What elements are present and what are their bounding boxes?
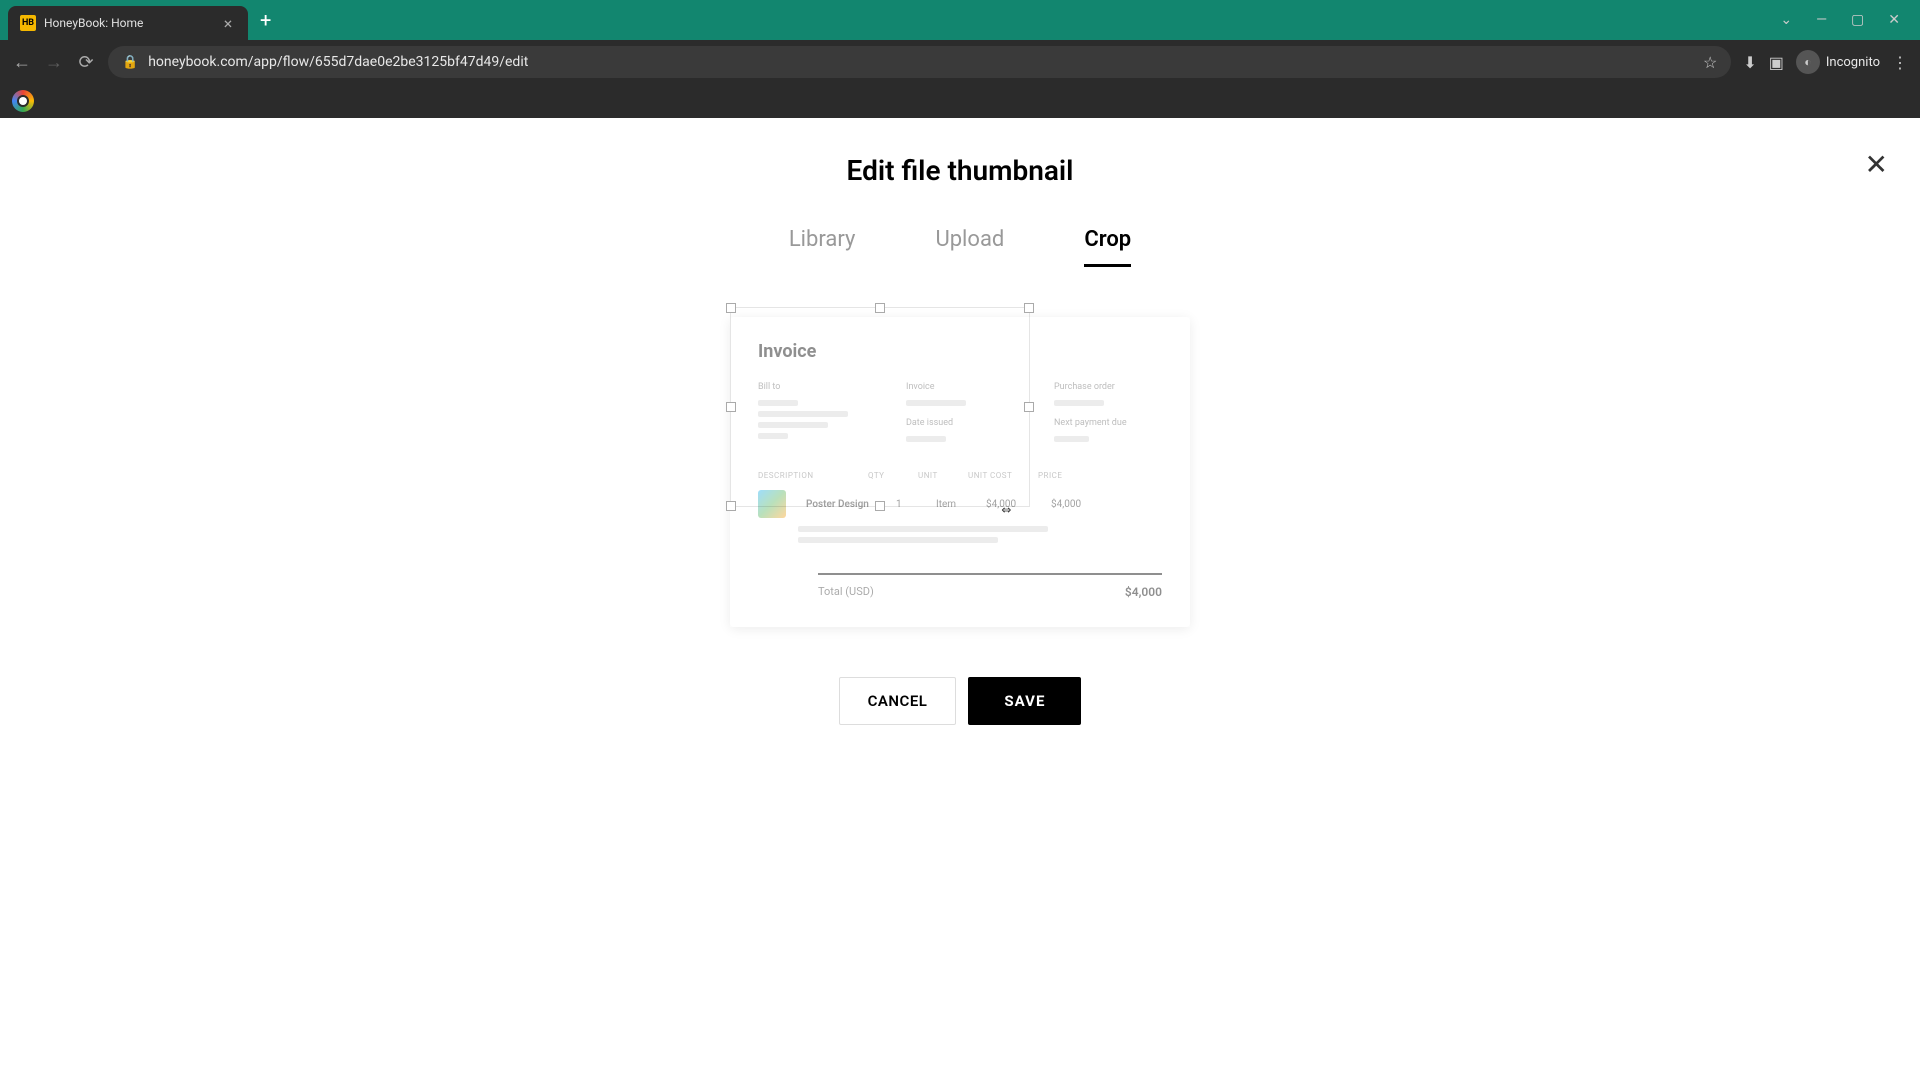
total-value: $4,000	[1125, 585, 1162, 599]
new-tab-button[interactable]: +	[260, 8, 271, 32]
bookmark-star-icon[interactable]: ☆	[1703, 53, 1717, 72]
reload-icon[interactable]: ⟳	[76, 52, 96, 73]
side-panel-icon[interactable]: ▣	[1769, 53, 1784, 72]
address-bar[interactable]: 🔒 honeybook.com/app/flow/655d7dae0e2be31…	[108, 46, 1731, 78]
incognito-icon: ◐	[1796, 50, 1820, 74]
edit-thumbnail-modal: Edit file thumbnail ✕ Library Upload Cro…	[0, 118, 1920, 725]
header-price: PRICE	[1038, 471, 1078, 480]
purchase-order-label: Purchase order	[1054, 382, 1162, 392]
url-text: honeybook.com/app/flow/655d7dae0e2be3125…	[148, 54, 1693, 70]
total-label: Total (USD)	[818, 585, 874, 599]
modal-content: Edit file thumbnail ✕ Library Upload Cro…	[0, 118, 1920, 1080]
favicon-icon: HB	[20, 15, 36, 31]
forward-icon[interactable]: →	[44, 52, 64, 73]
tab-title: HoneyBook: Home	[44, 16, 212, 30]
incognito-badge[interactable]: ◐ Incognito	[1796, 50, 1880, 74]
modal-title: Edit file thumbnail	[0, 154, 1920, 187]
crop-area: Invoice Bill to Invoice Date issued	[730, 307, 1190, 627]
download-icon[interactable]: ⬇	[1743, 53, 1756, 72]
incognito-label: Incognito	[1826, 55, 1880, 70]
close-modal-icon[interactable]: ✕	[1865, 148, 1888, 181]
crop-handle-middle-left[interactable]	[726, 402, 736, 412]
tab-upload[interactable]: Upload	[935, 227, 1004, 267]
save-button[interactable]: SAVE	[968, 677, 1081, 725]
tab-bar: HB HoneyBook: Home × + ⌄ — ▢ ✕	[0, 0, 1920, 40]
tab-library[interactable]: Library	[789, 227, 856, 267]
crop-handle-top-right[interactable]	[1024, 303, 1034, 313]
nav-bar: ← → ⟳ 🔒 honeybook.com/app/flow/655d7dae0…	[0, 40, 1920, 84]
chevron-down-icon[interactable]: ⌄	[1780, 12, 1792, 28]
kebab-menu-icon[interactable]: ⋮	[1892, 53, 1908, 72]
maximize-icon[interactable]: ▢	[1851, 12, 1864, 28]
minimize-icon[interactable]: —	[1816, 12, 1827, 28]
crop-handle-bottom-center[interactable]	[875, 501, 885, 511]
crop-handle-top-left[interactable]	[726, 303, 736, 313]
crop-handle-middle-right[interactable]	[1024, 402, 1034, 412]
window-controls: ⌄ — ▢ ✕	[1780, 12, 1912, 28]
browser-tab[interactable]: HB HoneyBook: Home ×	[8, 6, 248, 40]
back-icon[interactable]: ←	[12, 52, 32, 73]
crop-handle-top-center[interactable]	[875, 303, 885, 313]
item-price: $4,000	[1051, 499, 1096, 510]
lock-icon: 🔒	[122, 55, 138, 70]
cancel-button[interactable]: CANCEL	[839, 677, 957, 725]
modal-tabs: Library Upload Crop	[0, 227, 1920, 267]
crop-selection-box[interactable]: ⇕	[730, 307, 1030, 507]
action-bar: CANCEL SAVE	[0, 677, 1920, 725]
next-payment-label: Next payment due	[1054, 418, 1162, 428]
close-window-icon[interactable]: ✕	[1888, 12, 1900, 28]
tab-crop[interactable]: Crop	[1084, 227, 1131, 267]
bookmark-bar	[0, 84, 1920, 118]
resize-cursor-icon: ⇕	[999, 505, 1013, 515]
google-bookmark-icon[interactable]	[12, 90, 34, 112]
browser-chrome: HB HoneyBook: Home × + ⌄ — ▢ ✕ ← → ⟳ 🔒 h…	[0, 0, 1920, 118]
crop-handle-bottom-left[interactable]	[726, 501, 736, 511]
close-tab-icon[interactable]: ×	[220, 14, 236, 33]
